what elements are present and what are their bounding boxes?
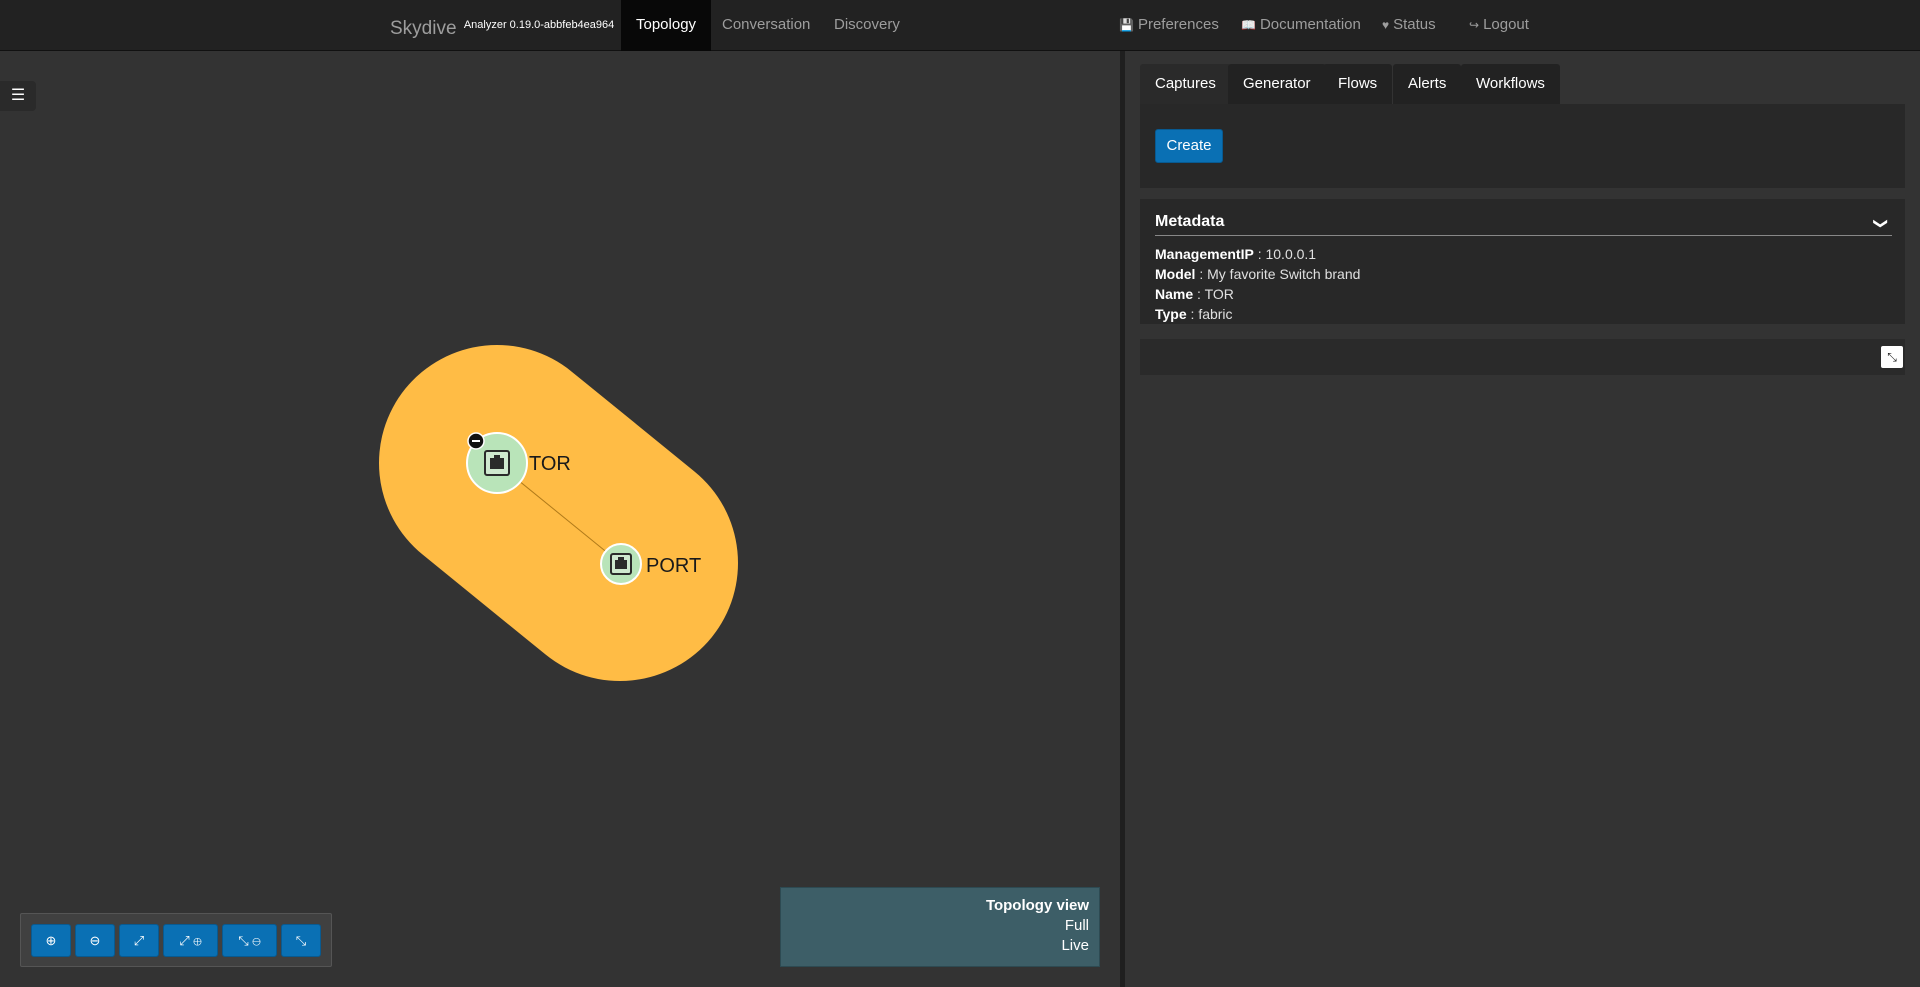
tab-flows[interactable]: Flows [1323,64,1393,104]
metadata-title: Metadata [1155,213,1225,230]
metadata-key: Type [1155,306,1187,322]
collapse-minus-icon: ⤡ ⊖ [238,933,261,948]
version-label: Analyzer 0.19.0-abbfeb4ea964 [463,19,615,31]
tab-discovery[interactable]: Discovery [819,0,915,51]
metadata-key: Name [1155,286,1194,302]
metadata-footer: ⤡ [1140,339,1905,375]
zoom-out-button[interactable]: ⊖ [75,924,115,957]
topology-view-box: Topology view Full Live [780,887,1100,967]
zoom-in-button[interactable]: ⊕ [31,924,71,957]
compress-button[interactable]: ⤡ [281,924,321,957]
heartbeat-icon: ♥ [1382,18,1390,32]
topology-graph[interactable]: TOR PORT [0,51,1120,987]
captures-panel: Create [1140,104,1905,188]
create-button[interactable]: Create [1155,129,1223,163]
metadata-key: Model [1155,266,1196,282]
node-label-port: PORT [646,555,701,577]
documentation-link[interactable]: 📖 Documentation [1241,0,1361,51]
expand-plus-icon: ⤢ ⊕ [179,933,202,948]
brand[interactable]: Skydive Analyzer 0.19.0-abbfeb4ea964 [390,18,614,40]
tab-generator[interactable]: Generator [1228,64,1326,104]
expand-icon: ⤢ [133,933,145,948]
metadata-key: ManagementIP [1155,246,1254,262]
metadata-value: TOR [1204,286,1234,302]
zoom-in-icon: ⊕ [45,933,57,948]
compress-icon: ⤡ [295,933,307,948]
brand-name: Skydive [390,18,457,39]
metadata-row: ManagementIP : 10.0.0.1 [1155,246,1317,262]
status-link[interactable]: ♥ Status [1382,0,1436,51]
zoom-out-icon: ⊖ [89,933,101,948]
preferences-label: Preferences [1137,16,1219,33]
expand-all-button[interactable]: ⤢ ⊕ [163,924,218,957]
zoom-fit-button[interactable]: ⤢ [119,924,159,957]
compress-panel-button[interactable]: ⤡ [1881,346,1903,368]
tab-captures[interactable]: Captures [1140,64,1231,104]
sign-out-icon: ↪ [1469,18,1480,32]
tab-alerts[interactable]: Alerts [1393,64,1462,104]
book-icon: 📖 [1241,18,1256,32]
metadata-list: ManagementIP : 10.0.0.1 Model : My favor… [1155,244,1360,324]
top-navbar: Skydive Analyzer 0.19.0-abbfeb4ea964 Top… [0,0,1920,51]
switch-icon [610,553,632,575]
topology-canvas[interactable]: ☰ TOR PORT ⊕ ⊖ ⤢ ⤢ ⊕ ⤡ ⊖ ⤡ Topology view… [0,51,1120,987]
floppy-icon: 💾 [1119,18,1134,32]
tab-topology[interactable]: Topology [621,0,712,51]
logout-label: Logout [1483,16,1529,33]
collapse-all-button[interactable]: ⤡ ⊖ [222,924,277,957]
tab-conversation[interactable]: Conversation [707,0,825,51]
minus-icon [472,440,480,442]
right-panel: Captures Generator Flows Alerts Workflow… [1125,51,1920,987]
tab-workflows[interactable]: Workflows [1461,64,1560,104]
metadata-panel: Metadata ❯ ManagementIP : 10.0.0.1 Model… [1140,199,1905,324]
status-label: Status [1393,16,1436,33]
view-status: Live [1061,937,1089,954]
collapse-group-button[interactable] [467,432,485,450]
chevron-down-icon[interactable]: ❯ [1872,218,1889,230]
documentation-label: Documentation [1259,16,1361,33]
graph-toolbar: ⊕ ⊖ ⤢ ⤢ ⊕ ⤡ ⊖ ⤡ [20,913,332,967]
switch-icon [484,450,510,476]
logout-link[interactable]: ↪ Logout [1469,0,1529,51]
divider [1155,235,1892,236]
metadata-value: fabric [1198,306,1233,322]
compress-icon: ⤡ [1887,350,1897,364]
node-label-tor: TOR [529,453,571,475]
view-title: Topology view [985,897,1089,914]
metadata-value: 10.0.0.1 [1265,246,1317,262]
metadata-value: My favorite Switch brand [1207,266,1361,282]
metadata-row: Type : fabric [1155,306,1233,322]
view-mode[interactable]: Full [791,916,1089,936]
metadata-row: Name : TOR [1155,286,1234,302]
metadata-row: Model : My favorite Switch brand [1155,266,1361,282]
preferences-link[interactable]: 💾 Preferences [1119,0,1219,51]
